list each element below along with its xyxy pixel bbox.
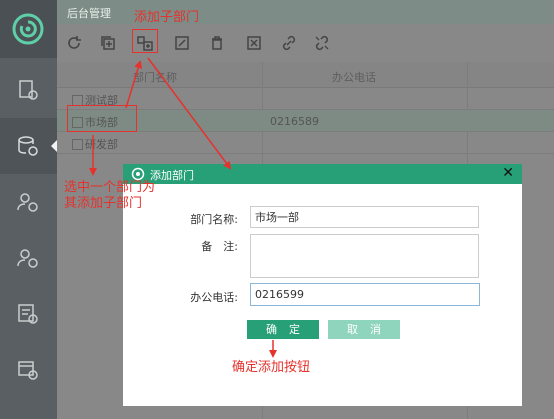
- unlink-button[interactable]: [311, 32, 333, 54]
- left-nav-rail: [0, 0, 57, 419]
- refresh-button[interactable]: [63, 32, 85, 54]
- report-icon: [19, 80, 38, 100]
- disable-button[interactable]: [243, 32, 265, 54]
- swirl-logo-icon: [12, 13, 44, 45]
- dialog-header: 添加部门 ✕: [123, 164, 522, 184]
- note-label: 备 注:: [201, 240, 238, 253]
- add-department-dialog: 添加部门 ✕ 部门名称: 备 注: 办公电话: 确定 取消: [123, 164, 522, 406]
- selected-row-highlight-box: [67, 105, 137, 132]
- nav-database[interactable]: [0, 118, 57, 174]
- close-icon[interactable]: ✕: [502, 165, 514, 181]
- edit-button[interactable]: [171, 32, 193, 54]
- link-icon: [282, 35, 296, 51]
- database-icon: [18, 136, 38, 156]
- user-settings-icon: [17, 193, 38, 212]
- table-row[interactable]: 研发部: [57, 132, 554, 154]
- unlink-icon: [315, 35, 329, 51]
- department-icon: [72, 139, 83, 150]
- refresh-icon: [68, 36, 81, 49]
- window-settings-icon: [18, 361, 38, 380]
- document-settings-icon: [18, 304, 38, 324]
- office-phone-label: 办公电话:: [190, 291, 238, 304]
- top-bar: 后台管理: [57, 0, 554, 24]
- note-input[interactable]: [250, 234, 479, 278]
- grid-header: 部门名称 办公电话: [57, 62, 554, 88]
- row-name: 研发部: [85, 138, 118, 151]
- column-header-name[interactable]: 部门名称: [133, 69, 177, 85]
- dept-name-input[interactable]: [250, 206, 479, 228]
- add-icon: [101, 36, 115, 50]
- user-group-icon: [17, 249, 38, 268]
- nav-document-settings[interactable]: [0, 286, 57, 342]
- column-header-phone[interactable]: 办公电话: [332, 69, 376, 85]
- nav-window-settings[interactable]: [0, 342, 57, 398]
- row-name-cell: 研发部: [72, 136, 118, 152]
- annotation-confirm: 确定添加按钮: [232, 360, 311, 375]
- add-button[interactable]: [97, 32, 119, 54]
- confirm-button[interactable]: 确定: [247, 320, 319, 339]
- row-phone: 0216589: [270, 115, 319, 128]
- annotation-add-child: 添加子部门: [134, 10, 200, 25]
- app-title: 后台管理: [67, 7, 111, 20]
- cancel-button[interactable]: 取消: [328, 320, 400, 339]
- nav-report[interactable]: [0, 62, 57, 118]
- delete-icon: [212, 36, 222, 50]
- nav-user-group[interactable]: [0, 230, 57, 286]
- edit-icon: [175, 36, 189, 50]
- disable-icon: [247, 36, 261, 50]
- dept-name-label: 部门名称:: [190, 213, 238, 226]
- annotation-select-dept: 选中一个部门为其添加子部门: [64, 180, 156, 211]
- delete-button[interactable]: [206, 32, 228, 54]
- dialog-title: 添加部门: [150, 169, 194, 182]
- office-phone-input[interactable]: [250, 283, 480, 306]
- app-logo: [0, 0, 57, 58]
- link-button[interactable]: [278, 32, 300, 54]
- nav-user-settings[interactable]: [0, 174, 57, 230]
- swirl-logo-icon: [131, 167, 145, 181]
- add-child-highlight-box: [132, 29, 158, 53]
